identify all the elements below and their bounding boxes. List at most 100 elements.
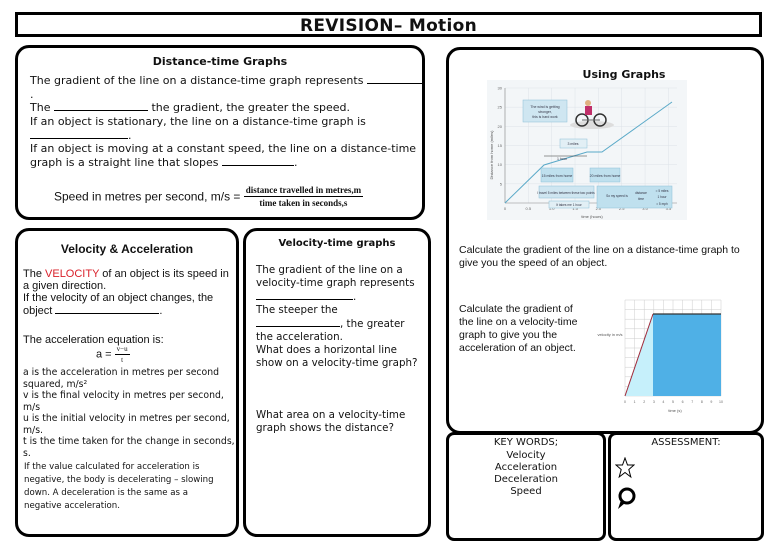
y-axis-label: Distance from home (miles) — [489, 130, 494, 180]
one-hour-text: 1 hour — [557, 157, 568, 161]
x-tick-label: 8 — [701, 400, 703, 404]
deceleration-note: If the value calculated for acceleration… — [24, 462, 214, 511]
answer-blank[interactable] — [256, 290, 353, 300]
twenty-miles-text: 20 miles from home — [590, 174, 621, 178]
using-graphs-panel: Using Graphs Distance from home (miles) … — [446, 47, 764, 434]
acceleration-equation: a = v−u t — [96, 345, 130, 364]
rectangle-area — [653, 314, 721, 396]
assessment-panel: ASSESSMENT: — [608, 432, 764, 541]
key-words-heading: KEY WORDS; — [493, 437, 559, 448]
speed-formula: Speed in metres per second, m/s = distan… — [54, 185, 364, 208]
y-tick-label: 20 — [498, 124, 503, 129]
velocity-time-example-graph: velocity in m/s time (s) 0 1 2 3 4 5 6 7 8 9 10 — [597, 299, 723, 413]
equation-denominator: t — [121, 356, 124, 364]
answer-blank[interactable] — [55, 304, 160, 314]
velocity-acceleration-heading: Velocity & Acceleration — [60, 242, 194, 256]
wind-callout-text: The wind is getting — [530, 105, 559, 109]
text: . — [30, 87, 34, 101]
velocity-time-heading: Velocity-time graphs — [278, 238, 396, 249]
answer-blank[interactable] — [256, 317, 340, 327]
speed-text: So my speed is — [606, 194, 628, 198]
key-word-item: Velocity — [506, 450, 546, 461]
equation-numerator: v−u — [114, 345, 130, 355]
x-tick-label: 0 — [624, 400, 626, 404]
distance-time-example-graph: Distance from home (miles) time (hours) … — [487, 80, 687, 220]
speech-bubble-icon[interactable] — [616, 487, 636, 511]
page-title: REVISION– Motion — [300, 16, 477, 36]
x-tick-label: 4 — [662, 400, 664, 404]
x-tick-label: 1 — [634, 400, 636, 404]
speed-den: time — [638, 197, 644, 201]
speed-r3: = 5 mph — [656, 202, 668, 206]
x-tick-label: 9 — [710, 400, 712, 404]
key-word-item: Acceleration — [494, 462, 558, 473]
x-tick-label: 0.5 — [526, 206, 532, 211]
text: the acceleration. — [256, 331, 343, 343]
star-icon[interactable] — [615, 457, 635, 479]
x-tick-label: 6 — [682, 400, 684, 404]
x-tick-label: 10 — [719, 400, 723, 404]
calc-distance-text: Calculate the gradient of the line on a … — [459, 244, 740, 269]
text: The — [30, 101, 54, 114]
y-tick-label: 25 — [498, 105, 503, 110]
answer-blank[interactable] — [53, 101, 148, 111]
text: . — [353, 291, 357, 303]
answer-blank[interactable] — [222, 156, 295, 166]
answer-blank[interactable] — [30, 129, 128, 139]
text: . — [159, 305, 163, 317]
text: The steeper the — [256, 304, 338, 316]
distance-time-text-1: The gradient of the line on a distance-t… — [30, 74, 425, 115]
formula-numerator: distance travelled in metres,m — [243, 185, 364, 197]
text: If an object is stationary, the line on … — [30, 115, 366, 128]
wind-callout-text: stronger, — [538, 110, 552, 114]
distance-time-text-2: If an object is stationary, the line on … — [30, 115, 425, 169]
velocity-keyword: VELOCITY — [45, 268, 100, 280]
velocity-acceleration-panel: Velocity & Acceleration The VELOCITY of … — [15, 228, 239, 537]
formula-fraction: distance travelled in metres,m time take… — [243, 185, 364, 208]
x-tick-label: 5 — [672, 400, 674, 404]
speed-r2: 1 hour — [657, 195, 667, 199]
speed-r1: = 5 miles — [656, 189, 669, 193]
text: If an object is moving at a constant spe… — [30, 142, 417, 155]
distance-time-heading: Distance-time Graphs — [152, 55, 288, 68]
text: , the greater — [340, 318, 405, 330]
y-tick-label: 30 — [498, 86, 503, 91]
key-word-item: Speed — [510, 486, 542, 497]
equation-lhs: a = — [96, 348, 115, 361]
travel-text: I travel 5 miles between these two point… — [537, 191, 595, 195]
key-words-panel: KEY WORDS; Velocity Acceleration Decelerat… — [446, 432, 606, 541]
formula-denominator: time taken in seconds,s — [259, 198, 348, 208]
assessment-heading: ASSESSMENT: — [651, 437, 721, 448]
distance-time-panel: Distance-time Graphs The gradient of the… — [15, 45, 425, 220]
text: . — [128, 128, 132, 142]
definition-v: v is the final velocity in metres per se… — [23, 390, 224, 413]
area-question: What area on a velocity-time graph shows… — [256, 409, 406, 434]
x-tick-label: 7 — [691, 400, 693, 404]
key-words-list: Velocity Acceleration Deceleration Speed — [449, 450, 603, 498]
title-bar: REVISION– Motion — [15, 12, 762, 37]
text: The gradient of the line on a distance-t… — [30, 74, 367, 87]
text: . — [294, 155, 298, 169]
text: object — [23, 305, 56, 317]
text: If the velocity of an object changes, th… — [23, 292, 214, 304]
answer-blank[interactable] — [366, 74, 422, 84]
velocity-definition: The VELOCITY of an object is its speed i… — [23, 268, 238, 317]
x-tick-label: 2 — [643, 400, 645, 404]
fifteen-miles-text: 15 miles from home — [542, 174, 573, 178]
text: The gradient of the line on a — [256, 264, 403, 276]
x-tick-label: 3 — [653, 400, 655, 404]
calc-velocity-text: Calculate the gradient of the line on a … — [459, 303, 578, 354]
three-miles-text: 3 miles — [567, 142, 578, 146]
text: graph is a straight line that slopes — [30, 155, 223, 169]
wind-callout-text: this is hard work — [532, 115, 558, 119]
equation-definitions: a is the acceleration in metres per seco… — [23, 367, 241, 459]
y-tick-label: 10 — [498, 162, 503, 167]
definition-u: u is the initial velocity in metres per … — [23, 413, 230, 436]
y-tick-label: 15 — [498, 143, 503, 148]
key-word-item: Deceleration — [494, 474, 558, 485]
formula-label: Speed in metres per second, m/s = — [54, 189, 244, 204]
text: velocity-time graph represents — [256, 277, 415, 289]
text: The — [23, 268, 46, 280]
takes-text: It takes me 1 hour — [556, 203, 582, 207]
velocity-time-text: The gradient of the line on a velocity-t… — [256, 264, 431, 370]
